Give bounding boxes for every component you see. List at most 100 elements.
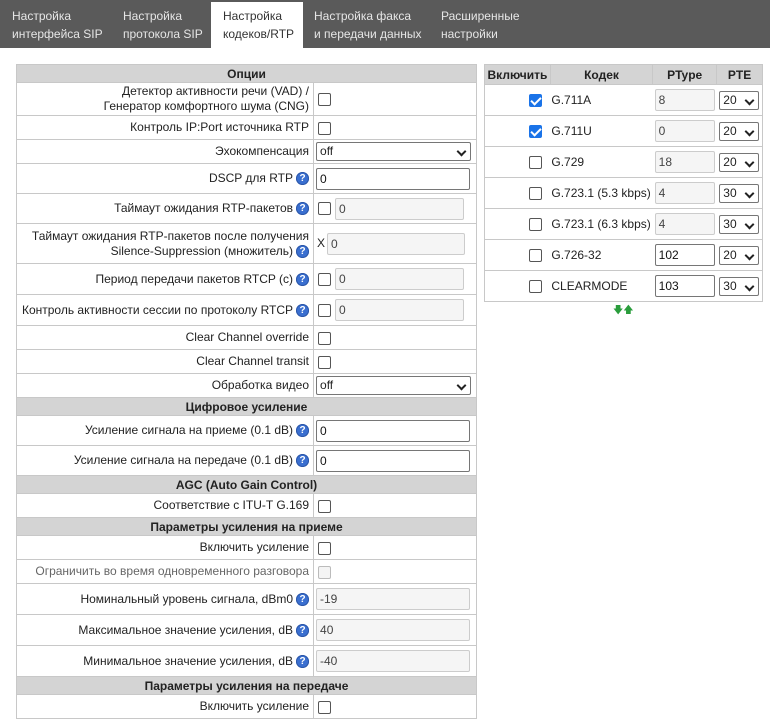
codec-ptype-input[interactable]: 103: [654, 275, 715, 297]
ss-timeout-label: Таймаут ожидания RTP-пакетов после получ…: [15, 223, 315, 264]
rx-enable-checkbox[interactable]: [318, 541, 332, 555]
sort-arrows[interactable]: 🡇🡅: [613, 303, 634, 320]
codec-enable-checkbox[interactable]: [529, 280, 543, 294]
codec-name: G.711A: [550, 84, 653, 116]
help-icon[interactable]: ?: [296, 592, 310, 606]
tab-sip-protocol[interactable]: Настройка протокола SIP: [111, 0, 209, 48]
cc-override-checkbox[interactable]: [318, 331, 332, 345]
g169-checkbox[interactable]: [318, 499, 332, 513]
tx-gain-label: Усиление сигнала на передаче (0.1 dB)?: [15, 445, 315, 476]
codec-enable-cell: [484, 177, 551, 209]
rtp-timeout-label: Таймаут ожидания RTP-пакетов?: [15, 193, 315, 224]
tab-codecs-rtp[interactable]: Настройка кодеков/RTP: [211, 2, 303, 48]
col-enable-header: Включить: [484, 64, 551, 85]
rtcp-control-label: Контроль активности сессии по протоколу …: [15, 294, 315, 326]
rx-max-input[interactable]: 40: [316, 619, 471, 641]
rx-enable-label: Включить усиление: [15, 535, 315, 560]
help-icon[interactable]: ?: [296, 454, 310, 468]
rtcp-control-input[interactable]: 0: [335, 299, 465, 321]
codec-ptype-input[interactable]: 4: [654, 182, 715, 204]
codec-ptype-input[interactable]: 102: [654, 244, 715, 266]
section-header-digital-gain: Цифровое усиление: [16, 397, 477, 416]
tab-label: Расширенные: [441, 9, 520, 23]
codec-pte-cell: 20: [716, 84, 763, 116]
codec-name: CLEARMODE: [550, 270, 653, 302]
tab-label: Настройка: [12, 9, 72, 23]
codec-pte-cell: 30: [716, 208, 763, 240]
cc-transit-checkbox[interactable]: [318, 355, 332, 369]
help-icon[interactable]: ?: [296, 244, 310, 258]
col-pte-header: PTE: [716, 64, 763, 85]
help-icon[interactable]: ?: [296, 172, 310, 186]
rtp-timeout-input[interactable]: 0: [335, 197, 465, 220]
tx-gain-input[interactable]: 0: [316, 449, 471, 472]
help-icon[interactable]: ?: [296, 623, 310, 637]
col-ptype-header: PType: [652, 64, 718, 85]
rx-gain-input[interactable]: 0: [316, 419, 471, 442]
tab-label: настройки: [441, 27, 498, 41]
codec-pte-cell: 20: [716, 239, 763, 271]
tab-sip-interface[interactable]: Настройка интерфейса SIP: [0, 0, 109, 48]
codec-enable-checkbox[interactable]: [529, 218, 543, 232]
codec-enable-cell: [484, 146, 551, 178]
rx-gain-text: Усиление сигнала на приеме (0.1 dB): [84, 423, 294, 437]
video-select[interactable]: off: [316, 376, 472, 395]
rtp-timeout-checkbox[interactable]: [318, 202, 332, 215]
codec-pte-select[interactable]: 30: [719, 183, 760, 203]
codec-ptype-input[interactable]: 0: [654, 120, 715, 142]
codec-pte-select[interactable]: 20: [719, 152, 760, 172]
vad-checkbox[interactable]: [318, 93, 332, 107]
rtp-source-control-label: Контроль IP:Port источника RTP: [15, 115, 315, 140]
rx-limit-checkbox[interactable]: [318, 565, 332, 579]
tab-label: протокола SIP: [123, 27, 203, 41]
codec-pte-select[interactable]: 20: [719, 245, 760, 265]
tab-bar: Настройка интерфейса SIP Настройка прото…: [0, 0, 770, 48]
codecs-table: Включить Кодек PType PTE G.711A 8 20 G.711U…: [484, 64, 763, 302]
help-icon[interactable]: ?: [296, 303, 310, 317]
help-icon[interactable]: ?: [296, 202, 310, 216]
codec-pte-select[interactable]: 20: [719, 121, 760, 141]
rtcp-period-checkbox[interactable]: [318, 272, 332, 286]
codec-pte-select[interactable]: 30: [719, 214, 760, 234]
codec-ptype-input[interactable]: 18: [654, 151, 715, 173]
tab-fax-data[interactable]: Настройка факса и передачи данных: [302, 0, 428, 48]
help-icon[interactable]: ?: [296, 272, 310, 286]
section-header-options: Опции: [16, 64, 477, 83]
ss-timeout-prefix: X: [317, 235, 326, 250]
codec-row: G.729 18 20: [484, 146, 763, 178]
codec-enable-checkbox[interactable]: [529, 125, 543, 139]
section-header-agc: AGC (Auto Gain Control): [16, 475, 477, 494]
g169-label: Соответствие с ITU-T G.169: [15, 493, 315, 518]
cc-transit-label: Clear Channel transit: [15, 349, 315, 374]
codec-ptype-input[interactable]: 4: [654, 213, 715, 235]
help-icon[interactable]: ?: [296, 424, 310, 438]
tx-gain-text: Усиление сигнала на передаче (0.1 dB): [73, 453, 294, 467]
rx-nominal-input[interactable]: -19: [316, 588, 471, 610]
tab-advanced[interactable]: Расширенные настройки: [429, 0, 526, 48]
codec-pte-select[interactable]: 20: [719, 90, 760, 110]
codec-enable-checkbox[interactable]: [529, 156, 543, 170]
echo-cancel-select[interactable]: off: [316, 142, 472, 161]
options-table: Опции Детектор активности речи (VAD) / Г…: [15, 64, 477, 719]
codec-ptype-cell: 4: [652, 177, 717, 209]
codec-row: G.711U 0 20: [484, 115, 763, 147]
rtcp-period-input[interactable]: 0: [335, 268, 465, 290]
codec-name: G.729: [550, 146, 653, 178]
codec-enable-checkbox[interactable]: [529, 187, 543, 201]
codec-ptype-cell: 18: [652, 146, 717, 178]
rx-min-input[interactable]: -40: [316, 650, 471, 672]
dscp-rtp-input[interactable]: 0: [316, 167, 471, 190]
codec-enable-checkbox[interactable]: [529, 94, 543, 108]
codec-ptype-input[interactable]: 8: [654, 89, 715, 111]
codec-ptype-cell: 0: [652, 115, 717, 147]
tab-label: Настройка: [123, 9, 183, 23]
codec-pte-select[interactable]: 30: [719, 276, 760, 296]
rtp-source-control-checkbox[interactable]: [318, 121, 332, 135]
codec-enable-checkbox[interactable]: [529, 249, 543, 263]
rtcp-control-checkbox[interactable]: [318, 303, 332, 317]
help-icon[interactable]: ?: [296, 654, 310, 668]
rtcp-control-text: Контроль активности сессии по протоколу …: [21, 302, 294, 317]
sort-arrows-icon[interactable]: 🡇🡅: [613, 305, 634, 316]
ss-timeout-input[interactable]: 0: [327, 232, 466, 255]
rx-max-text: Максимальное значение усиления, dB: [78, 622, 294, 637]
